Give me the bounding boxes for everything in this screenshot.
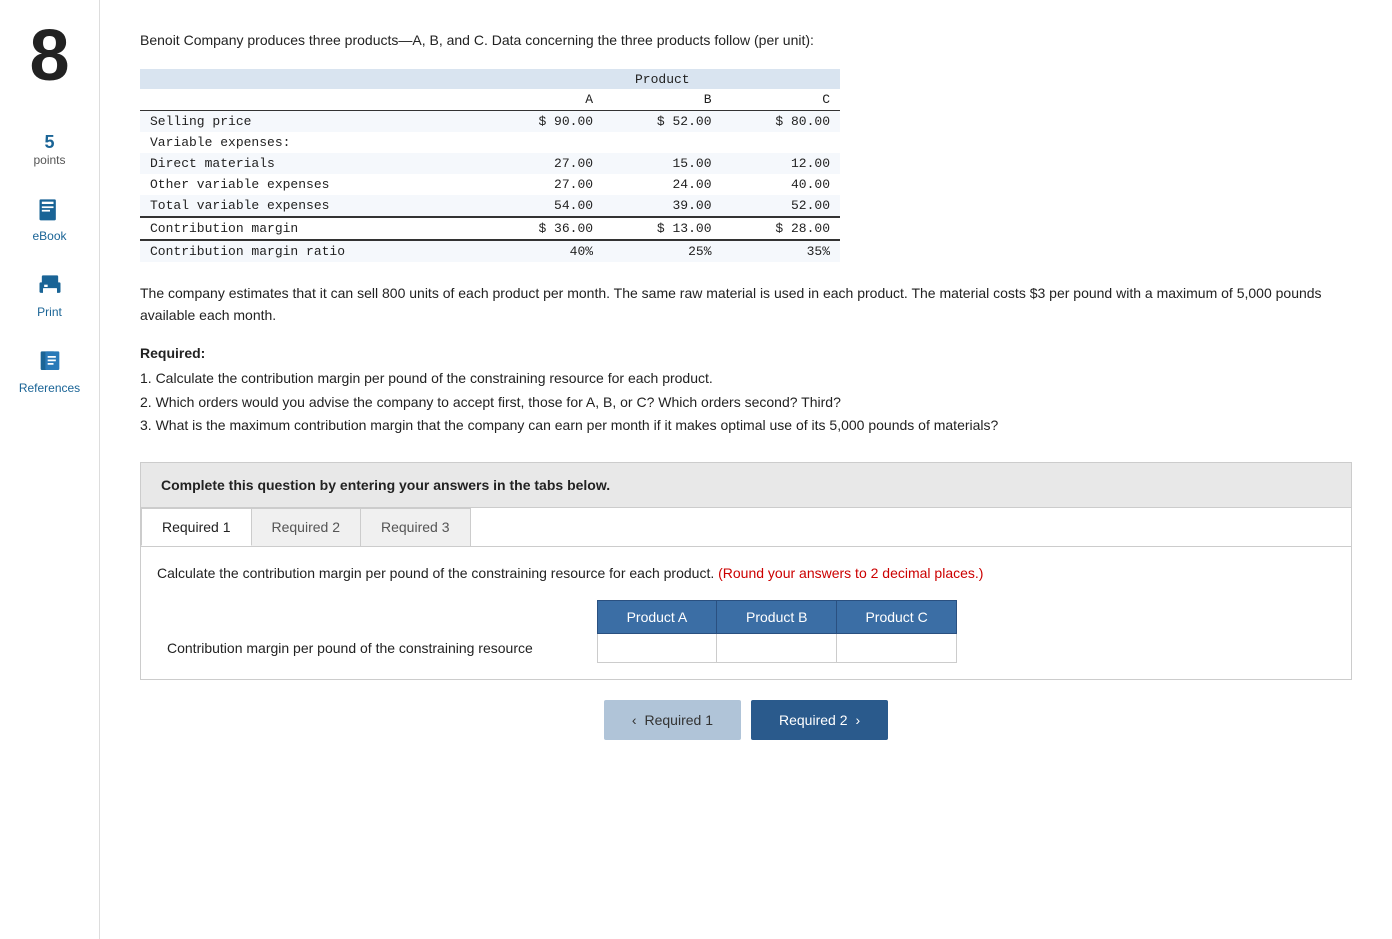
sidebar-number: 8 (29, 20, 69, 92)
tab-instruction: Calculate the contribution margin per po… (157, 563, 1335, 584)
sidebar-points-suffix: points (33, 153, 65, 167)
table-row: Other variable expenses27.0024.0040.00 (140, 174, 840, 195)
sidebar-points-group: 5 points (33, 132, 65, 167)
answer-cell-b[interactable] (717, 634, 837, 663)
tab-instruction-main: Calculate the contribution margin per po… (157, 565, 714, 581)
col-product-b-header: Product B (717, 601, 837, 634)
table-row: Direct materials27.0015.0012.00 (140, 153, 840, 174)
tab-req3[interactable]: Required 3 (360, 508, 471, 546)
table-row: Contribution margin per pound of the con… (157, 634, 957, 663)
sidebar-points-value: 5 (33, 132, 65, 153)
next-button[interactable]: Required 2 › (751, 700, 888, 740)
tab-req2[interactable]: Required 2 (251, 508, 362, 546)
required-item: 2. Which orders would you advise the com… (140, 391, 1352, 415)
references-icon (36, 349, 64, 377)
main-content: Benoit Company produces three products—A… (100, 0, 1392, 939)
print-label: Print (37, 305, 62, 319)
answer-cell-a[interactable] (597, 634, 717, 663)
product-table: Product A B C Selling price$ 90.00$ 52.0… (140, 69, 840, 262)
answer-cell-c[interactable] (837, 634, 957, 663)
sidebar-item-ebook[interactable]: eBook (32, 197, 66, 243)
answer-input-c[interactable] (847, 640, 946, 656)
print-icon (36, 273, 64, 301)
required-item: 1. Calculate the contribution margin per… (140, 367, 1352, 391)
next-button-label: Required 2 (779, 712, 848, 728)
table-row: Contribution margin ratio40%25%35% (140, 240, 840, 262)
required-list: 1. Calculate the contribution margin per… (140, 367, 1352, 438)
answer-row-label: Contribution margin per pound of the con… (157, 634, 597, 663)
tab-instruction-round: (Round your answers to 2 decimal places.… (718, 565, 983, 581)
intro-text: Benoit Company produces three products—A… (140, 30, 1352, 51)
table-row: Total variable expenses54.0039.0052.00 (140, 195, 840, 217)
next-arrow-icon: › (856, 712, 861, 728)
sidebar-item-print[interactable]: Print (36, 273, 64, 319)
tab-req1[interactable]: Required 1 (141, 508, 252, 546)
complete-banner: Complete this question by entering your … (140, 462, 1352, 508)
answer-input-b[interactable] (727, 640, 826, 656)
product-header: Product (485, 69, 840, 89)
col-c-header: C (722, 89, 840, 111)
sidebar: 8 5 points eBook Print References (0, 0, 100, 939)
table-row: Variable expenses: (140, 132, 840, 153)
answer-col-empty (157, 601, 597, 634)
ebook-icon (36, 197, 64, 225)
required-label: Required: (140, 345, 1352, 361)
ebook-label: eBook (32, 229, 66, 243)
tab-content-required1: Calculate the contribution margin per po… (141, 547, 1351, 679)
references-label: References (19, 381, 80, 395)
description-text: The company estimates that it can sell 8… (140, 282, 1352, 327)
table-row: Selling price$ 90.00$ 52.00$ 80.00 (140, 111, 840, 133)
col-a-header: A (485, 89, 603, 111)
table-row: Contribution margin$ 36.00$ 13.00$ 28.00 (140, 217, 840, 240)
required-item: 3. What is the maximum contribution marg… (140, 414, 1352, 438)
col-product-c-header: Product C (837, 601, 957, 634)
tabs-container: Required 1Required 2Required 3 Calculate… (140, 508, 1352, 680)
prev-arrow-icon: ‹ (632, 712, 637, 728)
col-b-header: B (603, 89, 721, 111)
prev-button[interactable]: ‹ Required 1 (604, 700, 741, 740)
answer-input-a[interactable] (608, 640, 707, 656)
nav-buttons: ‹ Required 1 Required 2 › (140, 700, 1352, 740)
col-product-a-header: Product A (597, 601, 717, 634)
tab-list: Required 1Required 2Required 3 (141, 508, 1351, 547)
answer-table: Product A Product B Product C Contributi… (157, 600, 957, 663)
sidebar-item-references[interactable]: References (19, 349, 80, 395)
prev-button-label: Required 1 (645, 712, 714, 728)
